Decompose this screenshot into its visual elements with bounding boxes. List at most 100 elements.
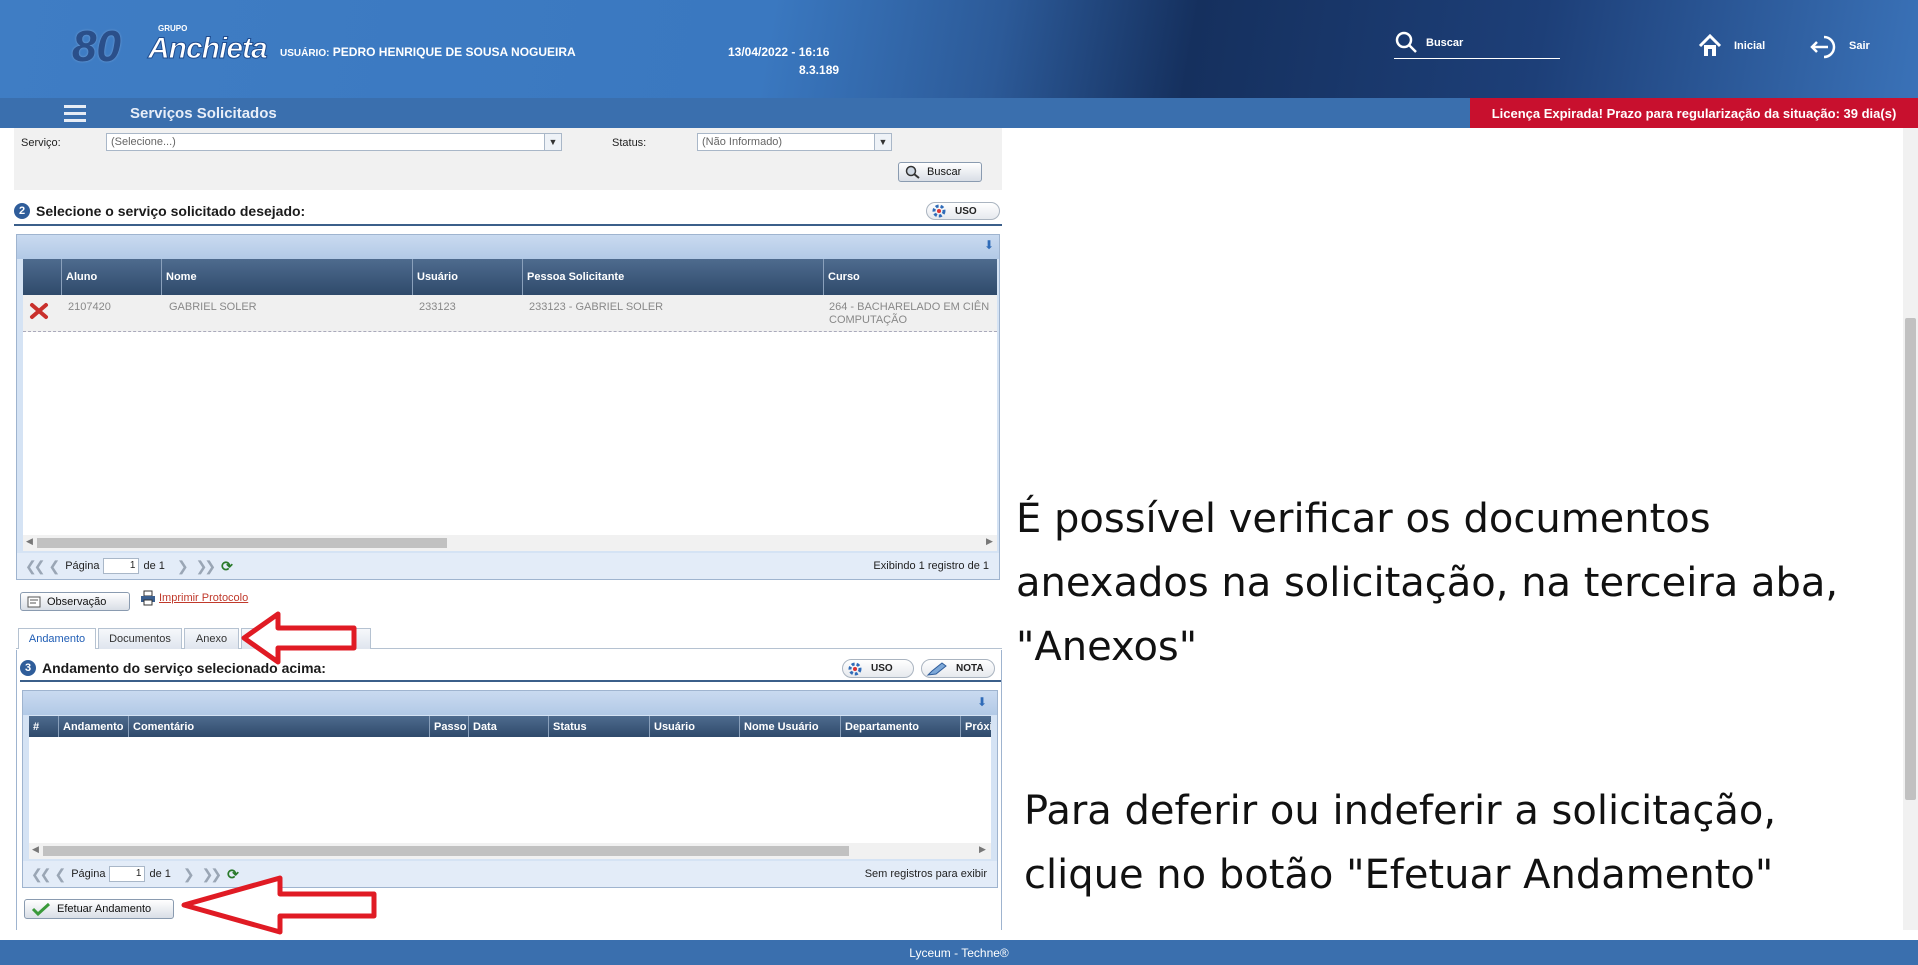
refresh-icon[interactable]: ⟳ bbox=[227, 866, 239, 883]
grid-hscroll[interactable]: ◀ ▶ bbox=[23, 535, 997, 551]
scroll-left-icon[interactable]: ◀ bbox=[32, 844, 39, 855]
cell-usuario: 233123 bbox=[419, 301, 456, 313]
logo-name: Anchieta bbox=[148, 32, 269, 66]
annotation-efetuar: Para deferir ou indeferir a solicitação,… bbox=[1024, 779, 1776, 907]
grid-pager: ❮❮ ❮ Página 1 de 1 ❯ ❯❯ ⟳ Exibindo 1 reg… bbox=[17, 553, 999, 579]
observacao-button[interactable]: Observação bbox=[20, 592, 130, 611]
service-select[interactable]: (Selecione...) ▼ bbox=[106, 133, 562, 151]
annotation-anexos-line3: "Anexos" bbox=[1016, 624, 1198, 670]
tab-parametros-escondidos[interactable]: âmetros Escondidos bbox=[241, 628, 371, 649]
col-proximo[interactable]: Próxin bbox=[961, 716, 991, 737]
section3-divider bbox=[20, 680, 1002, 682]
grid-header: Aluno Nome Usuário Pessoa Solicitante Cu… bbox=[23, 259, 997, 295]
col-aluno[interactable]: Aluno bbox=[62, 259, 162, 295]
col-nome-usuario[interactable]: Nome Usuário bbox=[740, 716, 841, 737]
page-scrollbar-thumb[interactable] bbox=[1905, 318, 1916, 800]
col-curso[interactable]: Curso bbox=[824, 259, 997, 295]
annotation-efetuar-line1: Para deferir ou indeferir a solicitação, bbox=[1024, 788, 1777, 834]
footer: Lyceum - Techne® bbox=[0, 940, 1918, 965]
col-passo[interactable]: Passo bbox=[430, 716, 469, 737]
section-number: 3 bbox=[20, 660, 36, 676]
search-button[interactable]: Buscar bbox=[898, 162, 982, 182]
annotation-efetuar-line2: clique no botão "Efetuar Andamento" bbox=[1024, 852, 1774, 898]
status-select[interactable]: (Não Informado) ▼ bbox=[697, 133, 892, 151]
prev-page-icon[interactable]: ❮ bbox=[48, 558, 60, 575]
logo-years: 80 bbox=[72, 22, 121, 71]
col-andamento[interactable]: Andamento bbox=[59, 716, 129, 737]
chevron-down-icon[interactable]: ▼ bbox=[544, 134, 561, 150]
col-hash[interactable]: # bbox=[29, 716, 59, 737]
prev-page-icon[interactable]: ❮ bbox=[54, 866, 66, 883]
first-page-icon[interactable]: ❮❮ bbox=[25, 558, 46, 575]
efetuar-andamento-button[interactable]: Efetuar Andamento bbox=[24, 899, 174, 919]
page-input[interactable]: 1 bbox=[103, 558, 140, 574]
home-label: Inicial bbox=[1734, 40, 1766, 52]
col-status[interactable]: Status bbox=[549, 716, 650, 737]
gear-icon bbox=[848, 662, 862, 675]
menu-icon[interactable] bbox=[64, 105, 86, 122]
status-select-value: (Não Informado) bbox=[702, 136, 783, 148]
header-search[interactable]: Buscar bbox=[1394, 28, 1560, 59]
chevron-down-icon[interactable]: ▼ bbox=[874, 134, 891, 150]
col-usuario[interactable]: Usuário bbox=[413, 259, 523, 295]
tab-andamento[interactable]: Andamento bbox=[18, 628, 96, 649]
imprimir-protocolo-link[interactable]: Imprimir Protocolo bbox=[159, 592, 248, 604]
user-info: USUÁRIO: PEDRO HENRIQUE DE SOUSA NOGUEIR… bbox=[280, 45, 576, 59]
section2-divider bbox=[14, 224, 1002, 226]
last-page-icon[interactable]: ❯❯ bbox=[196, 558, 217, 575]
next-page-icon[interactable]: ❯ bbox=[177, 558, 189, 575]
tab-parametros-label: âmetros Escondidos bbox=[256, 633, 356, 645]
col-pessoa[interactable]: Pessoa Solicitante bbox=[523, 259, 824, 295]
arrow-down-icon[interactable]: ⬇ bbox=[984, 238, 994, 252]
grid-body-2 bbox=[29, 737, 991, 843]
exit-icon bbox=[1810, 34, 1840, 63]
last-page-icon[interactable]: ❯❯ bbox=[202, 866, 223, 883]
col-nome[interactable]: Nome bbox=[162, 259, 413, 295]
nota-button[interactable]: NOTA bbox=[921, 659, 995, 678]
grid-toolbar bbox=[17, 235, 999, 259]
scroll-left-icon[interactable]: ◀ bbox=[26, 536, 33, 547]
tab-documentos[interactable]: Documentos bbox=[98, 628, 182, 649]
license-warning: Licença Expirada! Prazo para regularizaç… bbox=[1470, 98, 1918, 128]
uso-button-2[interactable]: USO bbox=[842, 659, 914, 678]
first-page-icon[interactable]: ❮❮ bbox=[31, 866, 52, 883]
cell-curso-2: COMPUTAÇÃO bbox=[829, 314, 908, 326]
grid-hscroll-thumb-2[interactable] bbox=[43, 846, 849, 856]
uso-button[interactable]: USO bbox=[926, 202, 1000, 220]
tab-anexo[interactable]: Anexo bbox=[184, 628, 239, 649]
col-departamento[interactable]: Departamento bbox=[841, 716, 961, 737]
exit-link[interactable]: Sair bbox=[1810, 33, 1890, 63]
table-row[interactable]: 2107420 GABRIEL SOLER 233123 233123 - GA… bbox=[23, 295, 997, 332]
delete-icon[interactable] bbox=[29, 301, 49, 324]
annotation-anexos-line2: anexados na solicitação, na terceira aba… bbox=[1016, 560, 1839, 606]
grid-hscroll-2[interactable]: ◀ ▶ bbox=[29, 843, 991, 859]
uso-label: USO bbox=[955, 205, 977, 217]
page-title: Serviços Solicitados bbox=[130, 105, 277, 122]
col-icon bbox=[23, 259, 62, 295]
app-version: 8.3.189 bbox=[799, 63, 840, 77]
logo[interactable]: 80 GRUPO Anchieta bbox=[72, 22, 268, 74]
refresh-icon[interactable]: ⟳ bbox=[221, 558, 233, 575]
scroll-right-icon[interactable]: ▶ bbox=[979, 844, 986, 855]
user-label: USUÁRIO: bbox=[280, 48, 330, 59]
page-input-2[interactable]: 1 bbox=[109, 866, 146, 882]
pager-status: Exibindo 1 registro de 1 bbox=[873, 560, 989, 572]
section3-title: 3 Andamento do serviço selecionado acima… bbox=[20, 660, 326, 676]
search-icon[interactable] bbox=[1394, 30, 1418, 57]
home-link[interactable]: Inicial bbox=[1697, 33, 1787, 63]
scroll-right-icon[interactable]: ▶ bbox=[986, 536, 993, 547]
col-data[interactable]: Data bbox=[469, 716, 549, 737]
grid-hscroll-thumb[interactable] bbox=[37, 538, 447, 548]
next-page-icon[interactable]: ❯ bbox=[183, 866, 195, 883]
col-comentario[interactable]: Comentário bbox=[129, 716, 430, 737]
user-name: PEDRO HENRIQUE DE SOUSA NOGUEIRA bbox=[332, 45, 576, 59]
home-icon bbox=[1697, 33, 1723, 62]
arrow-down-icon[interactable]: ⬇ bbox=[977, 695, 987, 709]
printer-icon bbox=[140, 590, 156, 609]
search-input[interactable]: Buscar bbox=[1426, 37, 1463, 49]
gear-icon bbox=[932, 204, 946, 218]
footer-text: Lyceum - Techne® bbox=[909, 945, 1009, 960]
nota-label: NOTA bbox=[956, 663, 984, 674]
grid-pager-2: ❮❮ ❮ Página 1 de 1 ❯ ❯❯ ⟳ Sem registros … bbox=[23, 861, 997, 887]
col-usuario-2[interactable]: Usuário bbox=[650, 716, 740, 737]
